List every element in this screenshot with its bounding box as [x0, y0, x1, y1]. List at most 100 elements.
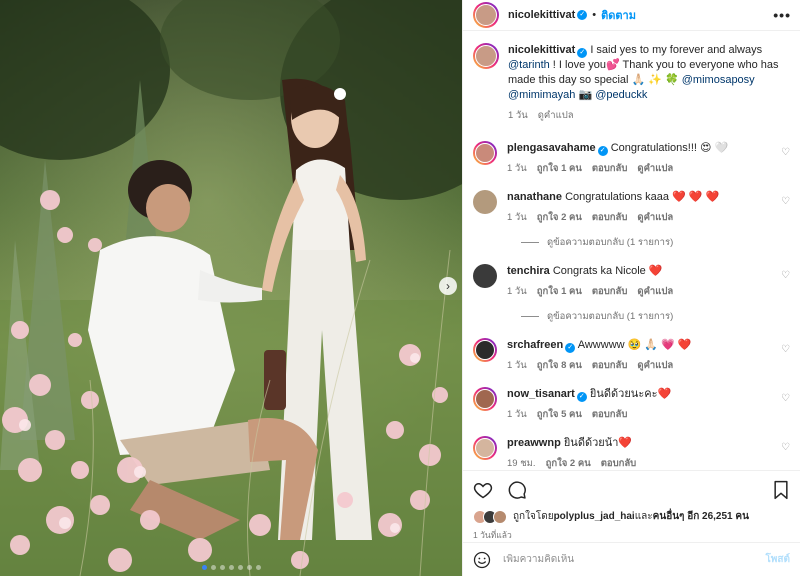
emoji-icon[interactable]	[473, 551, 491, 569]
commenter-avatar[interactable]	[473, 264, 497, 288]
slide-dot	[255, 565, 261, 570]
next-slide-button[interactable]: ›	[439, 277, 457, 295]
slide-dot	[228, 565, 234, 570]
bookmark-icon[interactable]	[772, 480, 790, 500]
mention-link[interactable]: @mimimayah	[508, 89, 575, 101]
replies-divider	[521, 316, 539, 317]
author-avatar[interactable]	[473, 2, 499, 28]
comment-item: nanathane Congratulations kaaa ❤️ ❤️ ❤️ 1…	[473, 190, 790, 225]
comment-body: Congrats ka Nicole ❤️	[552, 265, 663, 277]
comment-body: Awwwww 🥹 🙏🏻 💗 ❤️	[577, 339, 692, 351]
commenter-username[interactable]: srchafreen	[507, 339, 563, 351]
follow-button[interactable]: ติดตาม	[601, 6, 636, 24]
reply-button[interactable]: ตอบกลับ	[592, 407, 628, 422]
comment-likes[interactable]: ถูกใจ 5 คน	[537, 407, 582, 422]
post-window: › nicolekittivat ✓ • ติดตาม ••• nicoleki…	[0, 0, 800, 576]
comment-item: srchafreen ✓ Awwwww 🥹 🙏🏻 💗 ❤️ 1 วัน ถูกใจ 8…	[473, 338, 790, 373]
view-replies-button[interactable]: ดูข้อความตอบกลับ (1 รายการ)	[521, 309, 790, 324]
replies-divider	[521, 242, 539, 243]
chevron-right-icon: ›	[446, 279, 450, 293]
verified-badge-icon: ✓	[565, 343, 576, 353]
comment-likes[interactable]: ถูกใจ 2 คน	[537, 210, 582, 225]
commenter-username[interactable]: tenchira	[507, 265, 550, 277]
comment-like-heart-icon[interactable]: ♡	[781, 442, 790, 453]
comment-body: ยินดีด้วยนะคะ❤️	[589, 388, 672, 400]
likes-summary[interactable]: ถูกใจโดย polyplus_jad_hai และ คนอื่นๆ อีก…	[473, 509, 790, 524]
comments-list[interactable]: nicolekittivat ✓ I said yes to my forever…	[463, 31, 800, 470]
caption-text: nicolekittivat ✓ I said yes to my forever…	[508, 44, 779, 101]
reply-button[interactable]: ตอบกลับ	[592, 358, 628, 373]
liker-username[interactable]: polyplus_jad_hai	[554, 511, 635, 522]
caption-meta: 1 วัน ดูคำแปล	[508, 108, 790, 123]
likes-count[interactable]: คนอื่นๆ อีก 26,251 คน	[653, 509, 749, 524]
comment-text: nanathane Congratulations kaaa ❤️ ❤️ ❤️	[507, 190, 772, 205]
post-comment-button[interactable]: โพสต์	[765, 552, 790, 567]
reply-button[interactable]: ตอบกลับ	[601, 456, 637, 470]
verified-badge-icon: ✓	[577, 48, 588, 58]
reply-button[interactable]: ตอบกลับ	[592, 210, 628, 225]
view-replies-button[interactable]: ดูข้อความตอบกลับ (1 รายการ)	[521, 235, 790, 250]
comment-meta: 1 วัน ถูกใจ 1 คน ตอบกลับ ดูคำแปล	[507, 161, 772, 176]
verified-badge-icon: ✓	[597, 146, 608, 156]
commenter-avatar[interactable]	[473, 190, 497, 214]
comment-time: 1 วัน	[507, 360, 527, 371]
comment-item: now_tisanart ✓ ยินดีด้วยนะคะ❤️ 1 วัน ถูกใจ …	[473, 387, 790, 422]
comment-like-heart-icon[interactable]: ♡	[781, 270, 790, 281]
slide-indicator	[0, 565, 462, 570]
reply-button[interactable]: ตอบกลับ	[592, 161, 628, 176]
more-options-icon[interactable]: •••	[773, 7, 791, 23]
mention-link[interactable]: @mimosaposy	[682, 74, 755, 86]
reply-button[interactable]: ตอบกลับ	[592, 284, 628, 299]
author-username[interactable]: nicolekittivat	[508, 9, 575, 21]
verified-badge-icon: ✓	[576, 392, 587, 402]
comment-likes[interactable]: ถูกใจ 1 คน	[537, 161, 582, 176]
comment-likes[interactable]: ถูกใจ 1 คน	[537, 284, 582, 299]
commenter-username[interactable]: plengasavahame	[507, 142, 596, 154]
comment-text: preawwnp ยินดีด้วยน้า❤️	[507, 436, 772, 451]
comment-meta: 19 ชม. ถูกใจ 2 คน ตอบกลับ	[507, 456, 772, 470]
commenter-avatar[interactable]	[473, 141, 497, 165]
comment-like-heart-icon[interactable]: ♡	[781, 393, 790, 404]
comment-like-heart-icon[interactable]: ♡	[781, 147, 790, 158]
translate-link[interactable]: ดูคำแปล	[637, 161, 673, 176]
comment-text: srchafreen ✓ Awwwww 🥹 🙏🏻 💗 ❤️	[507, 338, 772, 353]
commenter-avatar[interactable]	[473, 436, 497, 460]
commenter-avatar[interactable]	[473, 338, 497, 362]
comment-item: preawwnp ยินดีด้วยน้า❤️ 19 ชม. ถูกใจ 2 คน ต…	[473, 436, 790, 470]
comment-bubble-icon[interactable]	[507, 480, 527, 500]
comment-time: 19 ชม.	[507, 458, 536, 469]
comment-time: 1 วัน	[507, 212, 527, 223]
slide-dot	[210, 565, 216, 570]
comment-time: 1 วัน	[507, 163, 527, 174]
post-sidebar: nicolekittivat ✓ • ติดตาม ••• nicolekitt…	[462, 0, 800, 576]
translate-link[interactable]: ดูคำแปล	[637, 358, 673, 373]
commenter-username[interactable]: now_tisanart	[507, 388, 575, 400]
comment-item: tenchira Congrats ka Nicole ❤️ 1 วัน ถูกใจ…	[473, 264, 790, 299]
commenter-username[interactable]: nanathane	[507, 191, 562, 203]
comment-input[interactable]	[503, 554, 754, 565]
post-caption: nicolekittivat ✓ I said yes to my forever…	[473, 43, 790, 123]
slide-dot	[237, 565, 243, 570]
comment-like-heart-icon[interactable]: ♡	[781, 196, 790, 207]
comment-body: Congratulations!!! 😍 🤍	[610, 142, 729, 154]
post-photo[interactable]: ›	[0, 0, 462, 576]
like-heart-icon[interactable]	[473, 480, 493, 500]
commenter-avatar[interactable]	[473, 387, 497, 411]
translate-link[interactable]: ดูคำแปล	[637, 210, 673, 225]
caption-username[interactable]: nicolekittivat	[508, 44, 575, 56]
translate-link[interactable]: ดูคำแปล	[637, 284, 673, 299]
mention-link[interactable]: @peduckk	[595, 89, 647, 101]
translate-link[interactable]: ดูคำแปล	[538, 108, 574, 123]
comment-meta: 1 วัน ถูกใจ 8 คน ตอบกลับ ดูคำแปล	[507, 358, 772, 373]
comment-text: tenchira Congrats ka Nicole ❤️	[507, 264, 772, 279]
comment-body: Congratulations kaaa ❤️ ❤️ ❤️	[565, 191, 720, 203]
mention-link[interactable]: @tarinth	[508, 59, 550, 71]
caption-avatar[interactable]	[473, 43, 499, 69]
comment-likes[interactable]: ถูกใจ 8 คน	[537, 358, 582, 373]
comment-body: ยินดีด้วยน้า❤️	[563, 437, 633, 449]
verified-badge-icon: ✓	[577, 10, 588, 20]
comment-like-heart-icon[interactable]: ♡	[781, 344, 790, 355]
comment-meta: 1 วัน ถูกใจ 2 คน ตอบกลับ ดูคำแปล	[507, 210, 772, 225]
commenter-username[interactable]: preawwnp	[507, 437, 561, 449]
comment-likes[interactable]: ถูกใจ 2 คน	[546, 456, 591, 470]
